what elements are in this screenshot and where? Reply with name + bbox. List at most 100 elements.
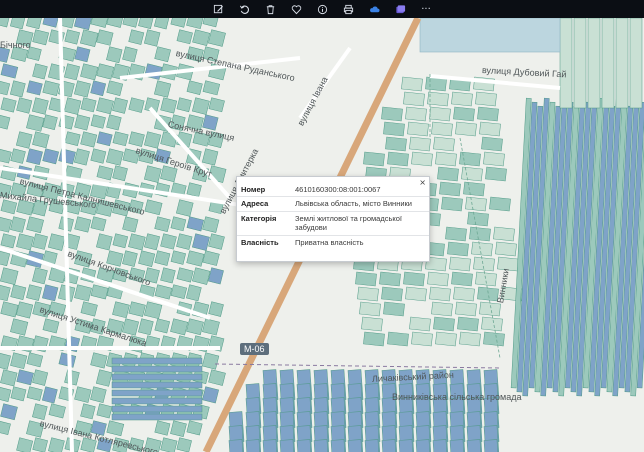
parcel — [429, 106, 451, 122]
parcel — [208, 29, 226, 47]
parcel — [111, 413, 203, 421]
parcel — [383, 301, 405, 317]
parcel — [111, 373, 203, 381]
parcel — [26, 386, 43, 401]
parcel — [364, 439, 381, 452]
info-row-ownership: Власність Приватна власність — [237, 234, 429, 249]
parcel — [42, 318, 60, 334]
parcel — [170, 250, 186, 265]
parcel — [481, 136, 503, 152]
info-icon[interactable] — [314, 2, 330, 16]
parcel — [10, 284, 27, 301]
parcel — [16, 437, 34, 452]
parcel — [411, 151, 433, 167]
parcel — [10, 318, 29, 336]
rotate-icon[interactable] — [236, 2, 252, 16]
road-number-badge: М-06 — [240, 343, 269, 355]
parcel — [473, 256, 495, 272]
parcel — [202, 80, 221, 96]
parcel — [112, 301, 130, 319]
parcel — [435, 151, 457, 167]
cadastral-map[interactable]: вулиця Степана Руданського вулиця Івана … — [0, 18, 644, 452]
parcel — [176, 97, 192, 113]
parcel — [208, 301, 224, 317]
parcel — [186, 182, 202, 198]
parcel — [144, 131, 162, 149]
parcel — [313, 439, 330, 452]
parcel — [48, 437, 65, 452]
parcel — [465, 196, 487, 212]
parcel — [42, 18, 60, 28]
parcel — [202, 18, 219, 28]
info-value: Землі житлової та громадської забудови — [291, 210, 429, 235]
parcel — [176, 29, 193, 45]
parcel — [457, 316, 479, 332]
parcel — [431, 121, 453, 137]
parcel — [73, 18, 93, 31]
parcel — [26, 18, 43, 30]
parcel — [16, 233, 34, 251]
parcel — [26, 80, 43, 96]
parcel — [42, 284, 59, 302]
parcel — [401, 76, 423, 92]
parcel — [80, 97, 97, 113]
parcel — [111, 397, 203, 405]
parcel — [202, 386, 219, 404]
parcel — [154, 46, 171, 63]
trash-icon[interactable] — [262, 2, 278, 16]
parcel — [495, 241, 517, 257]
parcel — [160, 233, 177, 250]
parcel — [10, 352, 28, 370]
parcel — [106, 18, 124, 28]
parcel — [154, 318, 170, 334]
parcel — [143, 29, 161, 47]
parcel — [403, 91, 425, 107]
parcel — [0, 386, 12, 402]
parcel — [475, 271, 497, 287]
parcel — [32, 437, 48, 452]
parcel — [471, 241, 493, 257]
photo-stack-icon[interactable] — [392, 2, 408, 16]
parcel — [64, 131, 81, 147]
parcel — [403, 271, 425, 287]
more-icon[interactable]: ··· — [418, 2, 434, 16]
print-icon[interactable] — [340, 2, 356, 16]
parcel — [96, 233, 113, 251]
close-icon[interactable]: × — [419, 178, 426, 187]
parcel — [64, 63, 80, 81]
edit-icon[interactable] — [210, 2, 226, 16]
parcel — [106, 420, 125, 437]
parcel — [128, 97, 145, 113]
parcel — [208, 369, 226, 386]
cloud-icon[interactable] — [366, 2, 382, 16]
parcel — [0, 199, 18, 215]
parcel — [154, 80, 172, 98]
parcel — [493, 226, 515, 242]
parcel — [455, 121, 477, 137]
parcel — [363, 151, 385, 167]
parcel — [111, 389, 203, 397]
parcel — [207, 267, 224, 285]
parcel — [74, 216, 92, 233]
parcel — [90, 352, 108, 369]
info-row-category: Категорія Землі житлової та громадської … — [237, 210, 429, 235]
parcel — [42, 80, 60, 97]
parcel — [385, 136, 407, 152]
parcel — [202, 216, 220, 233]
parcel — [202, 318, 220, 336]
parcel — [96, 63, 115, 80]
parcel — [74, 284, 92, 302]
parcel — [415, 439, 432, 452]
parcel — [143, 301, 163, 320]
parcel — [32, 369, 49, 386]
parcel — [41, 386, 58, 404]
parcel — [201, 148, 219, 166]
parcel — [32, 403, 48, 421]
info-row-number: Номер 4610160300:08:001:0067 — [237, 183, 429, 197]
parcel — [0, 216, 12, 233]
street-label: Бічного — [0, 40, 31, 50]
heart-icon[interactable] — [288, 2, 304, 16]
parcel — [32, 29, 50, 46]
parcel — [435, 331, 457, 347]
parcel — [449, 256, 471, 272]
